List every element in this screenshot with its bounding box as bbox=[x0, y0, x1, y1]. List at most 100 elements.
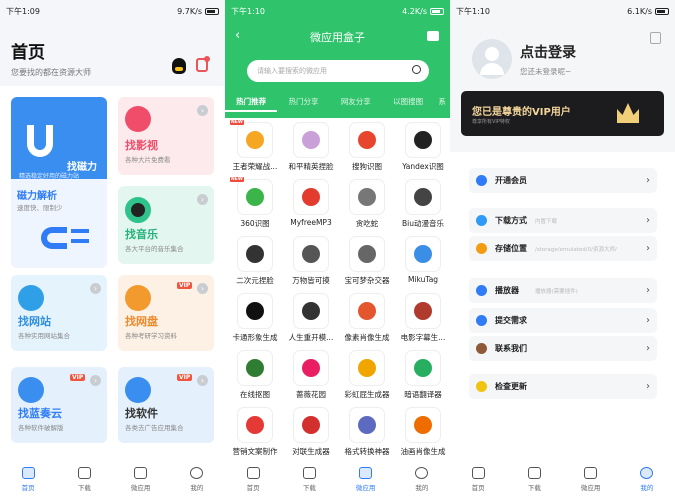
app-label: 彩虹屁生成器 bbox=[344, 390, 390, 399]
app-item[interactable]: 格式转换神器 bbox=[339, 403, 395, 459]
app-item[interactable]: 二次元捏脸 bbox=[227, 232, 283, 288]
nav-download[interactable]: 下载 bbox=[289, 466, 329, 492]
app-item[interactable]: 油画肖像生成 bbox=[395, 403, 450, 459]
menu-item[interactable]: 开通会员 › bbox=[469, 168, 657, 193]
login-button[interactable]: 点击登录 bbox=[520, 42, 576, 62]
app-item[interactable]: 电影字幕生... bbox=[395, 289, 450, 345]
card-lanzou[interactable]: VIP › 找蓝奏云 各种软件破解版 bbox=[11, 367, 107, 443]
search-input[interactable]: 请输入要搜索的微应用 bbox=[247, 60, 429, 82]
app-label: Biu动漫音乐 bbox=[402, 219, 444, 228]
bottom-nav: 首页 下载 微应用 我的 bbox=[0, 458, 225, 500]
app-item[interactable]: 对联生成器 bbox=[283, 403, 339, 459]
tab-more[interactable]: 系 bbox=[434, 92, 450, 112]
tab-hot-share[interactable]: 热门分享 bbox=[277, 92, 329, 112]
app-item[interactable]: 营销文案制作 bbox=[227, 403, 283, 459]
status-time: 下午1:10 bbox=[231, 6, 265, 16]
card-music[interactable]: › 找音乐 各大平台的音乐集合 bbox=[118, 186, 214, 264]
menu-label: 检查更新 bbox=[495, 382, 527, 391]
menu-item[interactable]: 检查更新 › bbox=[469, 374, 657, 399]
app-item[interactable]: MikuTag bbox=[395, 232, 450, 288]
app-item[interactable]: 贪吃蛇 bbox=[339, 175, 395, 231]
app-item[interactable]: 搜狗识图 bbox=[339, 118, 395, 174]
nav-mine[interactable]: 我的 bbox=[177, 466, 217, 492]
app-label: MyfreeMP3 bbox=[290, 218, 332, 227]
arrow-icon: › bbox=[197, 194, 208, 205]
tab-image-search[interactable]: 以图搜图 bbox=[382, 92, 434, 112]
app-item[interactable]: 卡通形象生成 bbox=[227, 289, 283, 345]
app-icon-shape bbox=[358, 416, 376, 434]
card-magnet[interactable]: 找磁力 精选稳定好用的磁力站 磁力解析 速度快、限制少 bbox=[11, 97, 107, 268]
app-label: 对联生成器 bbox=[292, 447, 330, 456]
menu-item[interactable]: 存储位置/storage/emulated/0/资源大师/ › bbox=[469, 236, 657, 261]
app-item[interactable]: Biu动漫音乐 bbox=[395, 175, 450, 231]
app-item[interactable]: 彩虹屁生成器 bbox=[339, 346, 395, 402]
app-icon-shape bbox=[302, 302, 320, 320]
nav-mini-apps[interactable]: 微应用 bbox=[346, 466, 386, 492]
nav-mini-apps[interactable]: 微应用 bbox=[571, 466, 611, 492]
app-item[interactable]: 像素肖像生成 bbox=[339, 289, 395, 345]
app-item[interactable]: 和平精英捏脸 bbox=[283, 118, 339, 174]
nav-home[interactable]: 首页 bbox=[458, 466, 498, 492]
skin-icon[interactable] bbox=[427, 31, 439, 41]
app-item[interactable]: NEW 王者荣耀战... bbox=[227, 118, 283, 174]
app-item[interactable]: 暗语翻译器 bbox=[395, 346, 450, 402]
notification-icon[interactable] bbox=[196, 56, 210, 72]
nav-mine[interactable]: 我的 bbox=[627, 466, 667, 492]
page-title: 首页 bbox=[11, 43, 45, 63]
network-speed: 4.2K/s bbox=[402, 6, 427, 16]
vip-banner[interactable]: 您已是尊贵的VIP用户 尊享所有VIP特权 bbox=[461, 91, 664, 136]
mini-apps-screen: 下午1:10 4.2K/s ‹ 微应用盒子 请输入要搜索的微应用 热门推荐 热门… bbox=[225, 0, 450, 500]
app-icon bbox=[405, 293, 441, 329]
card-software[interactable]: VIP › 找软件 各类去广告应用集合 bbox=[118, 367, 214, 443]
card-subtitle: 各种软件破解版 bbox=[18, 424, 64, 432]
card-title: 找网盘 bbox=[125, 315, 158, 328]
nav-download[interactable]: 下载 bbox=[64, 466, 104, 492]
profile-screen: 下午1:10 6.1K/s 点击登录 您还未登录呢~ 您已是尊贵的VIP用户 尊… bbox=[450, 0, 675, 500]
app-item[interactable]: Yandex识图 bbox=[395, 118, 450, 174]
tab-user-share[interactable]: 网友分享 bbox=[330, 92, 382, 112]
film-icon bbox=[125, 106, 151, 132]
app-item[interactable]: 宝可梦杂交器 bbox=[339, 232, 395, 288]
app-item[interactable]: NEW 360识图 bbox=[227, 175, 283, 231]
nav-download[interactable]: 下载 bbox=[514, 466, 554, 492]
avatar[interactable] bbox=[472, 39, 512, 79]
app-icon bbox=[349, 179, 385, 215]
menu-item[interactable]: 播放器 播放器(需要插件) › bbox=[469, 278, 657, 303]
menu-item[interactable]: 下载方式 内置下载 › bbox=[469, 208, 657, 233]
card-movies[interactable]: › 找影视 各种大片免费看 bbox=[118, 97, 214, 175]
card-subtitle: 各种实用网站集合 bbox=[18, 332, 70, 340]
qq-icon[interactable] bbox=[172, 58, 186, 74]
card-cloud-disk[interactable]: VIP › 找网盘 各种考研学习资料 bbox=[118, 275, 214, 351]
menu-item[interactable]: 联系我们 › bbox=[469, 336, 657, 361]
search-icon[interactable] bbox=[412, 65, 421, 74]
home-screen: 下午1:09 9.7K/s 首页 您要找的都在资源大师 找磁力 精选稳定好用的磁… bbox=[0, 0, 225, 500]
chevron-right-icon: › bbox=[646, 175, 650, 186]
nav-home[interactable]: 首页 bbox=[233, 466, 273, 492]
app-item[interactable]: MyfreeMP3 bbox=[283, 175, 339, 231]
header: 下午1:10 4.2K/s ‹ 微应用盒子 请输入要搜索的微应用 热门推荐 热门… bbox=[225, 0, 450, 118]
card-websites[interactable]: › 找网站 各种实用网站集合 bbox=[11, 275, 107, 351]
app-label: 搜狗识图 bbox=[352, 162, 382, 171]
app-item[interactable]: 在线抠图 bbox=[227, 346, 283, 402]
app-icon bbox=[293, 350, 329, 386]
home-icon bbox=[246, 466, 260, 479]
tab-hot[interactable]: 热门推荐 bbox=[225, 92, 278, 112]
logout-icon[interactable] bbox=[650, 32, 661, 44]
app-label: 万物皆可摸 bbox=[292, 276, 330, 285]
menu-label: 播放器 bbox=[495, 286, 519, 295]
nav-mine[interactable]: 我的 bbox=[402, 466, 442, 492]
app-item[interactable]: 万物皆可摸 bbox=[283, 232, 339, 288]
app-item[interactable]: 人生重开模... bbox=[283, 289, 339, 345]
vip-badge: VIP bbox=[177, 374, 193, 381]
menu-icon bbox=[476, 215, 487, 226]
nav-mini-apps[interactable]: 微应用 bbox=[121, 466, 161, 492]
card-title: 找蓝奏云 bbox=[18, 407, 62, 420]
app-label: 暗语翻译器 bbox=[404, 390, 442, 399]
grid-icon bbox=[527, 466, 541, 479]
app-icon-shape bbox=[246, 359, 264, 377]
app-item[interactable]: 蔷薇花园 bbox=[283, 346, 339, 402]
menu-item[interactable]: 提交需求 › bbox=[469, 308, 657, 333]
menu-icon bbox=[476, 175, 487, 186]
nav-home[interactable]: 首页 bbox=[8, 466, 48, 492]
cube-icon bbox=[134, 466, 148, 479]
